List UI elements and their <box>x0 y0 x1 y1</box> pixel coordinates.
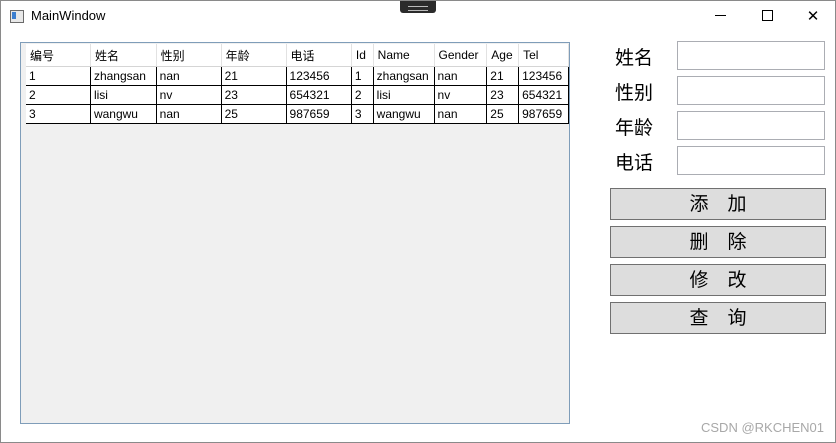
close-button[interactable]: ✕ <box>790 1 836 31</box>
watermark: CSDN @RKCHEN01 <box>701 420 824 435</box>
cell[interactable]: wangwu <box>89 104 157 124</box>
cell[interactable]: lisi <box>372 85 435 105</box>
age-input[interactable] <box>677 111 825 140</box>
column-header[interactable]: 编号 <box>26 44 91 67</box>
cell[interactable]: 3 <box>26 104 91 124</box>
column-header[interactable]: 姓名 <box>90 44 157 67</box>
add-button[interactable]: 添 加 <box>610 188 826 220</box>
column-header[interactable]: Age <box>486 44 520 67</box>
window-title: MainWindow <box>31 8 106 23</box>
table-row[interactable]: 1 zhangsan nan 21 123456 1 zhangsan nan … <box>26 66 569 86</box>
drag-grip[interactable] <box>400 1 436 13</box>
cell[interactable]: 21 <box>220 66 287 86</box>
cell[interactable]: 654321 <box>518 85 569 105</box>
cell[interactable]: 654321 <box>285 85 352 105</box>
column-header[interactable]: Gender <box>434 44 488 67</box>
delete-button[interactable]: 删 除 <box>610 226 826 258</box>
column-header[interactable]: Name <box>373 44 435 67</box>
table-row[interactable]: 3 wangwu nan 25 987659 3 wangwu nan 25 9… <box>26 104 569 124</box>
data-grid[interactable]: 编号 姓名 性别 年龄 电话 Id Name Gender Age Tel 1 … <box>20 42 570 424</box>
title-bar[interactable]: MainWindow ✕ <box>1 1 835 31</box>
update-button[interactable]: 修 改 <box>610 264 826 296</box>
cell[interactable]: 123456 <box>518 66 569 86</box>
cell[interactable]: 2 <box>26 85 91 105</box>
table-row[interactable]: 2 lisi nv 23 654321 2 lisi nv 23 654321 <box>26 85 569 105</box>
cell[interactable]: zhangsan <box>89 66 157 86</box>
header-row: 编号 姓名 性别 年龄 电话 Id Name Gender Age Tel <box>26 44 569 67</box>
age-label: 年龄 <box>615 117 654 139</box>
minimize-icon <box>715 15 726 16</box>
cell[interactable]: nan <box>433 104 488 124</box>
cell[interactable]: lisi <box>89 85 157 105</box>
cell[interactable]: nv <box>155 85 222 105</box>
cell[interactable]: nan <box>155 104 222 124</box>
phone-input[interactable] <box>677 146 825 175</box>
cell[interactable]: nan <box>155 66 222 86</box>
name-label: 姓名 <box>615 47 654 69</box>
cell[interactable]: 23 <box>220 85 287 105</box>
cell[interactable]: 21 <box>486 66 520 86</box>
column-header[interactable]: Tel <box>518 44 569 67</box>
app-icon <box>10 10 24 23</box>
close-icon: ✕ <box>806 7 820 25</box>
cell[interactable]: 3 <box>350 104 374 124</box>
cell[interactable]: 25 <box>220 104 287 124</box>
name-input[interactable] <box>677 41 825 70</box>
gender-label: 性别 <box>615 82 654 104</box>
cell[interactable]: nv <box>433 85 488 105</box>
cell[interactable]: 25 <box>486 104 520 124</box>
column-header[interactable]: 电话 <box>286 44 352 67</box>
main-window: MainWindow ✕ 编号 姓名 性别 年龄 电话 Id Name Gend… <box>0 0 836 443</box>
cell[interactable]: 987659 <box>518 104 569 124</box>
data-table: 编号 姓名 性别 年龄 电话 Id Name Gender Age Tel 1 … <box>26 44 569 124</box>
cell[interactable]: nan <box>433 66 488 86</box>
cell[interactable]: zhangsan <box>372 66 435 86</box>
cell[interactable]: 987659 <box>285 104 352 124</box>
maximize-button[interactable] <box>744 1 790 31</box>
minimize-button[interactable] <box>698 1 744 31</box>
cell[interactable]: wangwu <box>372 104 435 124</box>
phone-label: 电话 <box>615 152 654 174</box>
cell[interactable]: 2 <box>350 85 374 105</box>
gender-input[interactable] <box>677 76 825 105</box>
query-button[interactable]: 查 询 <box>610 302 826 334</box>
maximize-icon <box>762 10 773 21</box>
cell[interactable]: 23 <box>486 85 520 105</box>
cell[interactable]: 1 <box>350 66 374 86</box>
column-header[interactable]: Id <box>351 44 374 67</box>
cell[interactable]: 123456 <box>285 66 352 86</box>
column-header[interactable]: 性别 <box>156 44 222 67</box>
cell[interactable]: 1 <box>26 66 91 86</box>
column-header[interactable]: 年龄 <box>221 44 287 67</box>
